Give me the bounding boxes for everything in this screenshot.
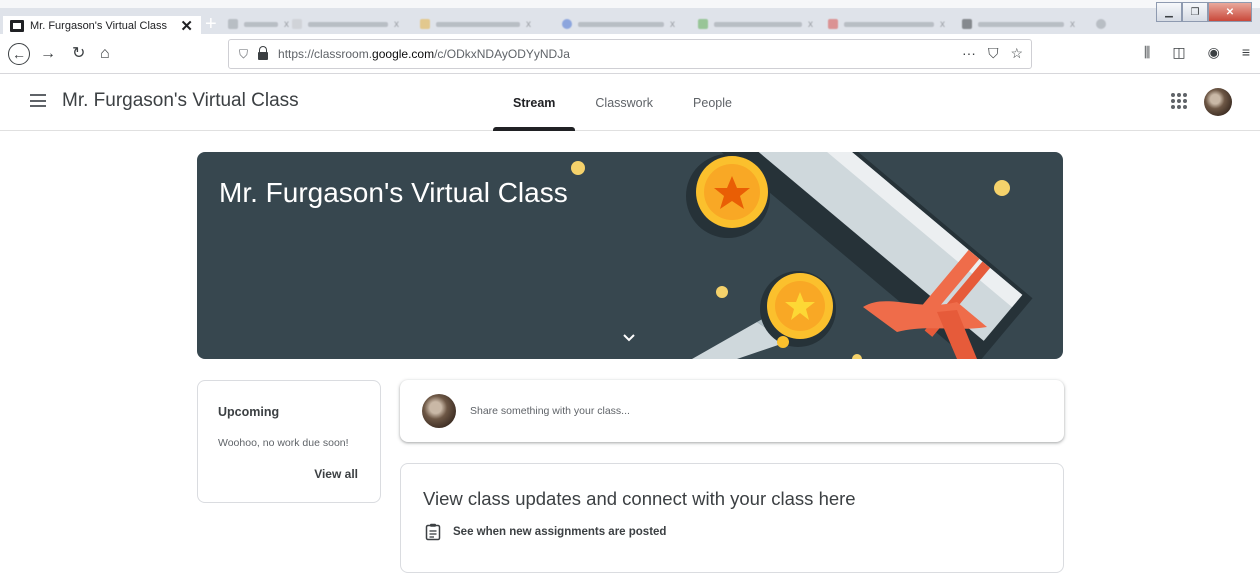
browser-menu-icon[interactable]: ≡: [1242, 44, 1250, 61]
browser-tab-background[interactable]: [1096, 15, 1106, 33]
share-placeholder[interactable]: Share something with your class...: [470, 405, 630, 417]
sidebar-icon[interactable]: ◫: [1172, 44, 1185, 61]
class-title[interactable]: Mr. Furgason's Virtual Class: [62, 90, 299, 112]
url-text[interactable]: https://classroom.google.com/c/ODkxNDAyO…: [278, 47, 570, 61]
classroom-favicon-icon: [10, 20, 24, 32]
pocket-icon[interactable]: ⛉: [988, 45, 999, 62]
tracking-shield-icon[interactable]: ⛉: [239, 47, 248, 62]
browser-tab-active[interactable]: Mr. Furgason's Virtual Class ✕: [3, 16, 201, 34]
class-banner: Mr. Furgason's Virtual Class: [197, 152, 1063, 359]
avatar: [422, 394, 456, 428]
browser-tab-background[interactable]: x: [828, 15, 945, 33]
back-arrow-icon[interactable]: ←: [8, 43, 30, 65]
hamburger-menu-icon[interactable]: [30, 94, 46, 107]
classroom-header: Mr. Furgason's Virtual Class Stream Clas…: [0, 74, 1260, 131]
tab-people[interactable]: People: [673, 74, 752, 131]
page-actions-icon[interactable]: ···: [962, 45, 976, 62]
banner-title: Mr. Furgason's Virtual Class: [219, 177, 568, 208]
updates-card: View class updates and connect with your…: [400, 463, 1064, 573]
browser-tab-background[interactable]: x: [420, 15, 531, 33]
new-tab-icon[interactable]: +: [205, 13, 217, 34]
browser-tab-strip: Mr. Furgason's Virtual Class ✕ + x x x x…: [0, 0, 1260, 34]
browser-navbar: ← → ↻ ⌂ ⛉ https://classroom.google.com/c…: [0, 34, 1260, 74]
class-tabs: Stream Classwork People: [493, 74, 752, 131]
forward-arrow-icon[interactable]: →: [40, 44, 56, 64]
avatar[interactable]: [1204, 88, 1232, 116]
minimize-icon[interactable]: ▁: [1156, 2, 1182, 22]
home-icon[interactable]: ⌂: [100, 44, 110, 64]
window-close-icon[interactable]: ✕: [1208, 2, 1252, 22]
lock-icon[interactable]: [258, 46, 269, 60]
view-all-link[interactable]: View all: [314, 467, 358, 481]
share-box[interactable]: Share something with your class...: [400, 380, 1064, 442]
library-icon[interactable]: ⫼: [1144, 44, 1150, 61]
browser-tab-background[interactable]: x: [698, 15, 813, 33]
updates-row: See when new assignments are posted: [425, 523, 666, 541]
updates-title: View class updates and connect with your…: [423, 488, 856, 509]
window-controls: ▁ ❐ ✕: [1156, 2, 1252, 22]
upcoming-message: Woohoo, no work due soon!: [218, 437, 349, 449]
browser-toolbar-right: ⫼ ◫ ◉ ≡: [1144, 44, 1250, 61]
assignment-icon: [425, 523, 441, 541]
google-apps-icon[interactable]: [1171, 93, 1187, 109]
browser-tab-background[interactable]: x: [962, 15, 1075, 33]
tab-stream[interactable]: Stream: [493, 74, 576, 131]
browser-tab-title: Mr. Furgason's Virtual Class: [30, 20, 168, 32]
upcoming-card: Upcoming Woohoo, no work due soon! View …: [197, 380, 381, 503]
browser-tab-background[interactable]: x: [228, 15, 289, 33]
updates-row-text: See when new assignments are posted: [453, 526, 667, 538]
upcoming-title: Upcoming: [218, 405, 280, 419]
account-icon[interactable]: ◉: [1208, 44, 1220, 61]
browser-tab-background[interactable]: x: [292, 15, 399, 33]
browser-tab-background[interactable]: x: [562, 15, 675, 33]
tab-classwork[interactable]: Classwork: [575, 74, 673, 131]
reload-icon[interactable]: ↻: [72, 44, 85, 64]
tab-close-icon[interactable]: ✕: [180, 17, 193, 34]
bookmark-star-icon[interactable]: ☆: [1010, 45, 1023, 62]
maximize-icon[interactable]: ❐: [1182, 2, 1208, 22]
url-bar[interactable]: ⛉ https://classroom.google.com/c/ODkxNDA…: [228, 39, 1032, 69]
chevron-down-icon[interactable]: [622, 330, 636, 348]
